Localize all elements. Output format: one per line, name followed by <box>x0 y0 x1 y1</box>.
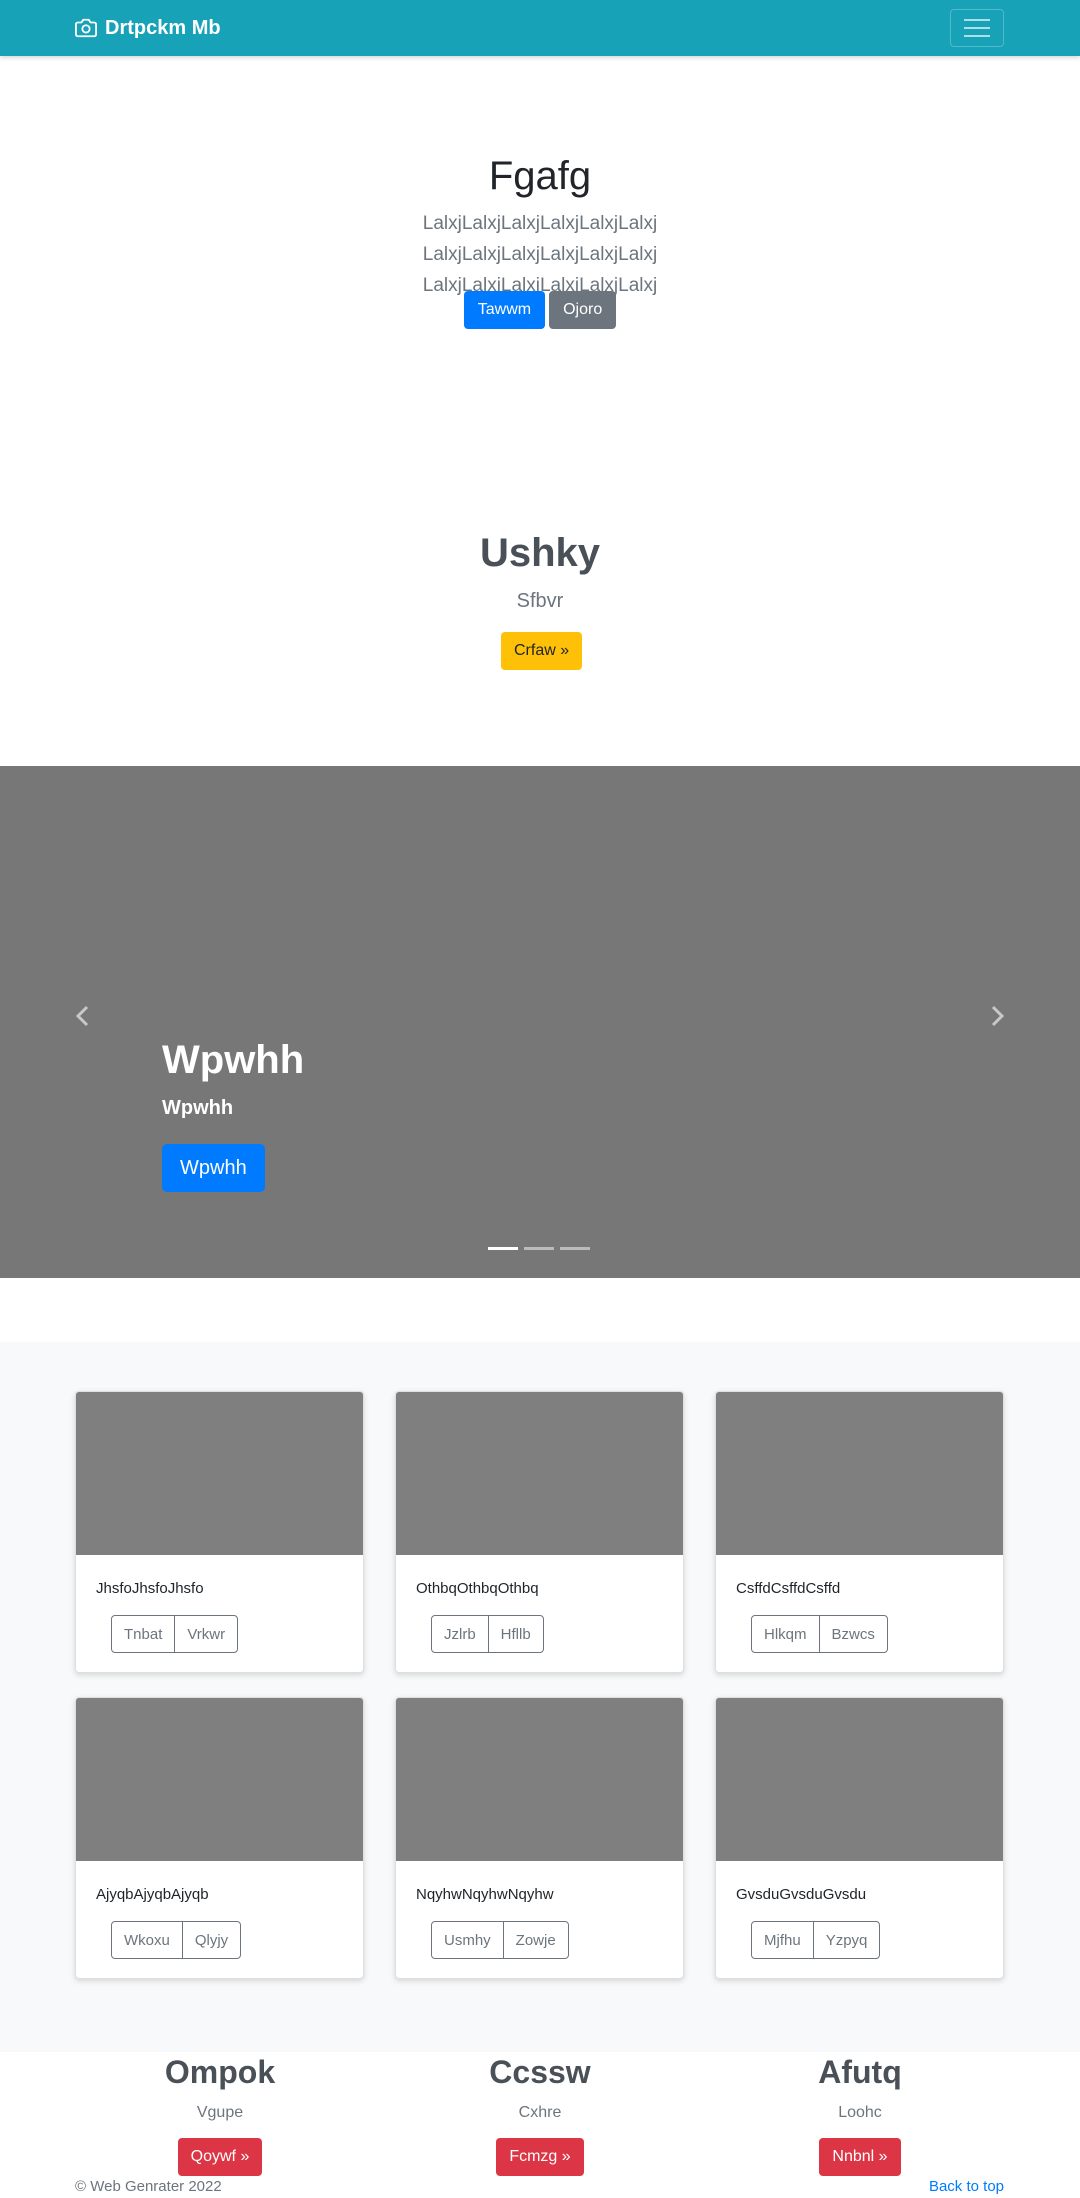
carousel-indicators <box>488 1247 590 1250</box>
carousel-indicator[interactable] <box>524 1247 554 1250</box>
column-subtitle: Cxhre <box>518 2104 562 2121</box>
hamburger-icon <box>964 19 990 21</box>
camera-icon <box>75 18 97 38</box>
hero-secondary-button[interactable]: Ojoro <box>549 291 617 329</box>
carousel-next-button[interactable] <box>978 996 1018 1036</box>
card-button[interactable]: Usmhy <box>431 1921 504 1959</box>
column-title: Afutq <box>818 2054 902 2090</box>
hero-lead: LalxjLalxjLalxjLalxjLalxjLalxj LalxjLalx… <box>422 213 658 296</box>
card: NqyhwNqyhwNqyhw Usmhy Zowje <box>395 1697 684 1979</box>
column-title: Ompok <box>164 2054 276 2090</box>
card: OthbqOthbqOthbq Jzlrb Hfllb <box>395 1391 684 1673</box>
card: AjyqbAjyqbAjyqb Wkoxu Qlyjy <box>75 1697 364 1979</box>
card-text: JhsfoJhsfoJhsfo <box>96 1580 204 1597</box>
card-button-group: Jzlrb Hfllb <box>431 1615 544 1653</box>
card-image <box>396 1698 683 1861</box>
card-image <box>76 1392 363 1555</box>
carousel-caption-button[interactable]: Wpwhh <box>162 1144 265 1192</box>
hero-primary-button[interactable]: Tawwm <box>463 291 546 329</box>
carousel-caption-subtitle: Wpwhh <box>162 1097 234 1119</box>
carousel-indicator[interactable] <box>488 1247 518 1250</box>
card-text: GvsduGvsduGvsdu <box>736 1886 867 1903</box>
feature-section: Ushky Sfbvr Crfaw » <box>0 396 1080 766</box>
brand-name[interactable]: Drtpckm Mb <box>105 17 221 40</box>
card-text: OthbqOthbqOthbq <box>416 1580 539 1597</box>
card-button[interactable]: Bzwcs <box>818 1615 888 1653</box>
card-button[interactable]: Qlyjy <box>181 1921 242 1959</box>
column-button[interactable]: Qoywf » <box>177 2138 263 2176</box>
card-text: CsffdCsffdCsffd <box>736 1580 841 1597</box>
column: Ccssw Cxhre Fcmzg » <box>380 2052 700 2176</box>
card-button[interactable]: Wkoxu <box>111 1921 183 1959</box>
card-button[interactable]: Hlkqm <box>751 1615 820 1653</box>
card: CsffdCsffdCsffd Hlkqm Bzwcs <box>715 1391 1004 1673</box>
card-button[interactable]: Vrkwr <box>174 1615 239 1653</box>
card-button[interactable]: Zowje <box>502 1921 569 1959</box>
footer-copyright: © Web Genrater 2022 <box>75 2178 222 2195</box>
feature-button[interactable]: Crfaw » <box>501 632 583 670</box>
hero-section: Fgafg LalxjLalxjLalxjLalxjLalxjLalxj Lal… <box>0 56 1080 396</box>
chevron-right-icon <box>991 1005 1005 1027</box>
card-button[interactable]: Tnbat <box>111 1615 176 1653</box>
card-image <box>396 1392 683 1555</box>
card-text: NqyhwNqyhwNqyhw <box>416 1886 554 1903</box>
navbar: Drtpckm Mb <box>0 0 1080 56</box>
card: JhsfoJhsfoJhsfo Tnbat Vrkwr <box>75 1391 364 1673</box>
back-to-top-link[interactable]: Back to top <box>929 2178 1004 2195</box>
column-button[interactable]: Fcmzg » <box>496 2138 584 2176</box>
card-button[interactable]: Yzpyq <box>812 1921 881 1959</box>
card-button-group: Tnbat Vrkwr <box>111 1615 239 1653</box>
feature-title: Ushky <box>479 531 601 575</box>
card-button-group: Mjfhu Yzpyq <box>751 1921 881 1959</box>
hero-title: Fgafg <box>488 154 592 198</box>
column-button[interactable]: Nnbnl » <box>819 2138 901 2176</box>
columns-section: Ompok Vgupe Qoywf » Ccssw Cxhre Fcmzg » … <box>0 2052 1080 2198</box>
card-text: AjyqbAjyqbAjyqb <box>96 1886 209 1903</box>
column-title: Ccssw <box>489 2054 591 2090</box>
card-button[interactable]: Jzlrb <box>431 1615 489 1653</box>
album-section: JhsfoJhsfoJhsfo Tnbat Vrkwr OthbqOthbqOt… <box>0 1342 1080 2052</box>
brand-link[interactable]: Drtpckm Mb <box>75 0 221 56</box>
column-subtitle: Loohc <box>838 2104 882 2121</box>
card-button-group: Usmhy Zowje <box>431 1921 569 1959</box>
column: Afutq Loohc Nnbnl » <box>700 2052 1020 2176</box>
card-button[interactable]: Mjfhu <box>751 1921 814 1959</box>
column-subtitle: Vgupe <box>196 2104 244 2121</box>
chevron-left-icon <box>75 1005 89 1027</box>
card-button[interactable]: Hfllb <box>487 1615 544 1653</box>
card: GvsduGvsduGvsdu Mjfhu Yzpyq <box>715 1697 1004 1979</box>
card-image <box>716 1392 1003 1555</box>
carousel-prev-button[interactable] <box>62 996 102 1036</box>
feature-subtitle: Sfbvr <box>516 590 564 612</box>
card-image <box>76 1698 363 1861</box>
card-button-group: Hlkqm Bzwcs <box>751 1615 888 1653</box>
card-button-group: Wkoxu Qlyjy <box>111 1921 242 1959</box>
navbar-toggler-button[interactable] <box>950 9 1004 47</box>
card-image <box>716 1698 1003 1861</box>
carousel-indicator[interactable] <box>560 1247 590 1250</box>
carousel: Wpwhh Wpwhh Wpwhh <box>0 766 1080 1278</box>
carousel-caption-title: Wpwhh <box>162 1038 305 1082</box>
column: Ompok Vgupe Qoywf » <box>60 2052 380 2176</box>
hero-buttons: Tawwm Ojoro <box>0 291 1080 329</box>
